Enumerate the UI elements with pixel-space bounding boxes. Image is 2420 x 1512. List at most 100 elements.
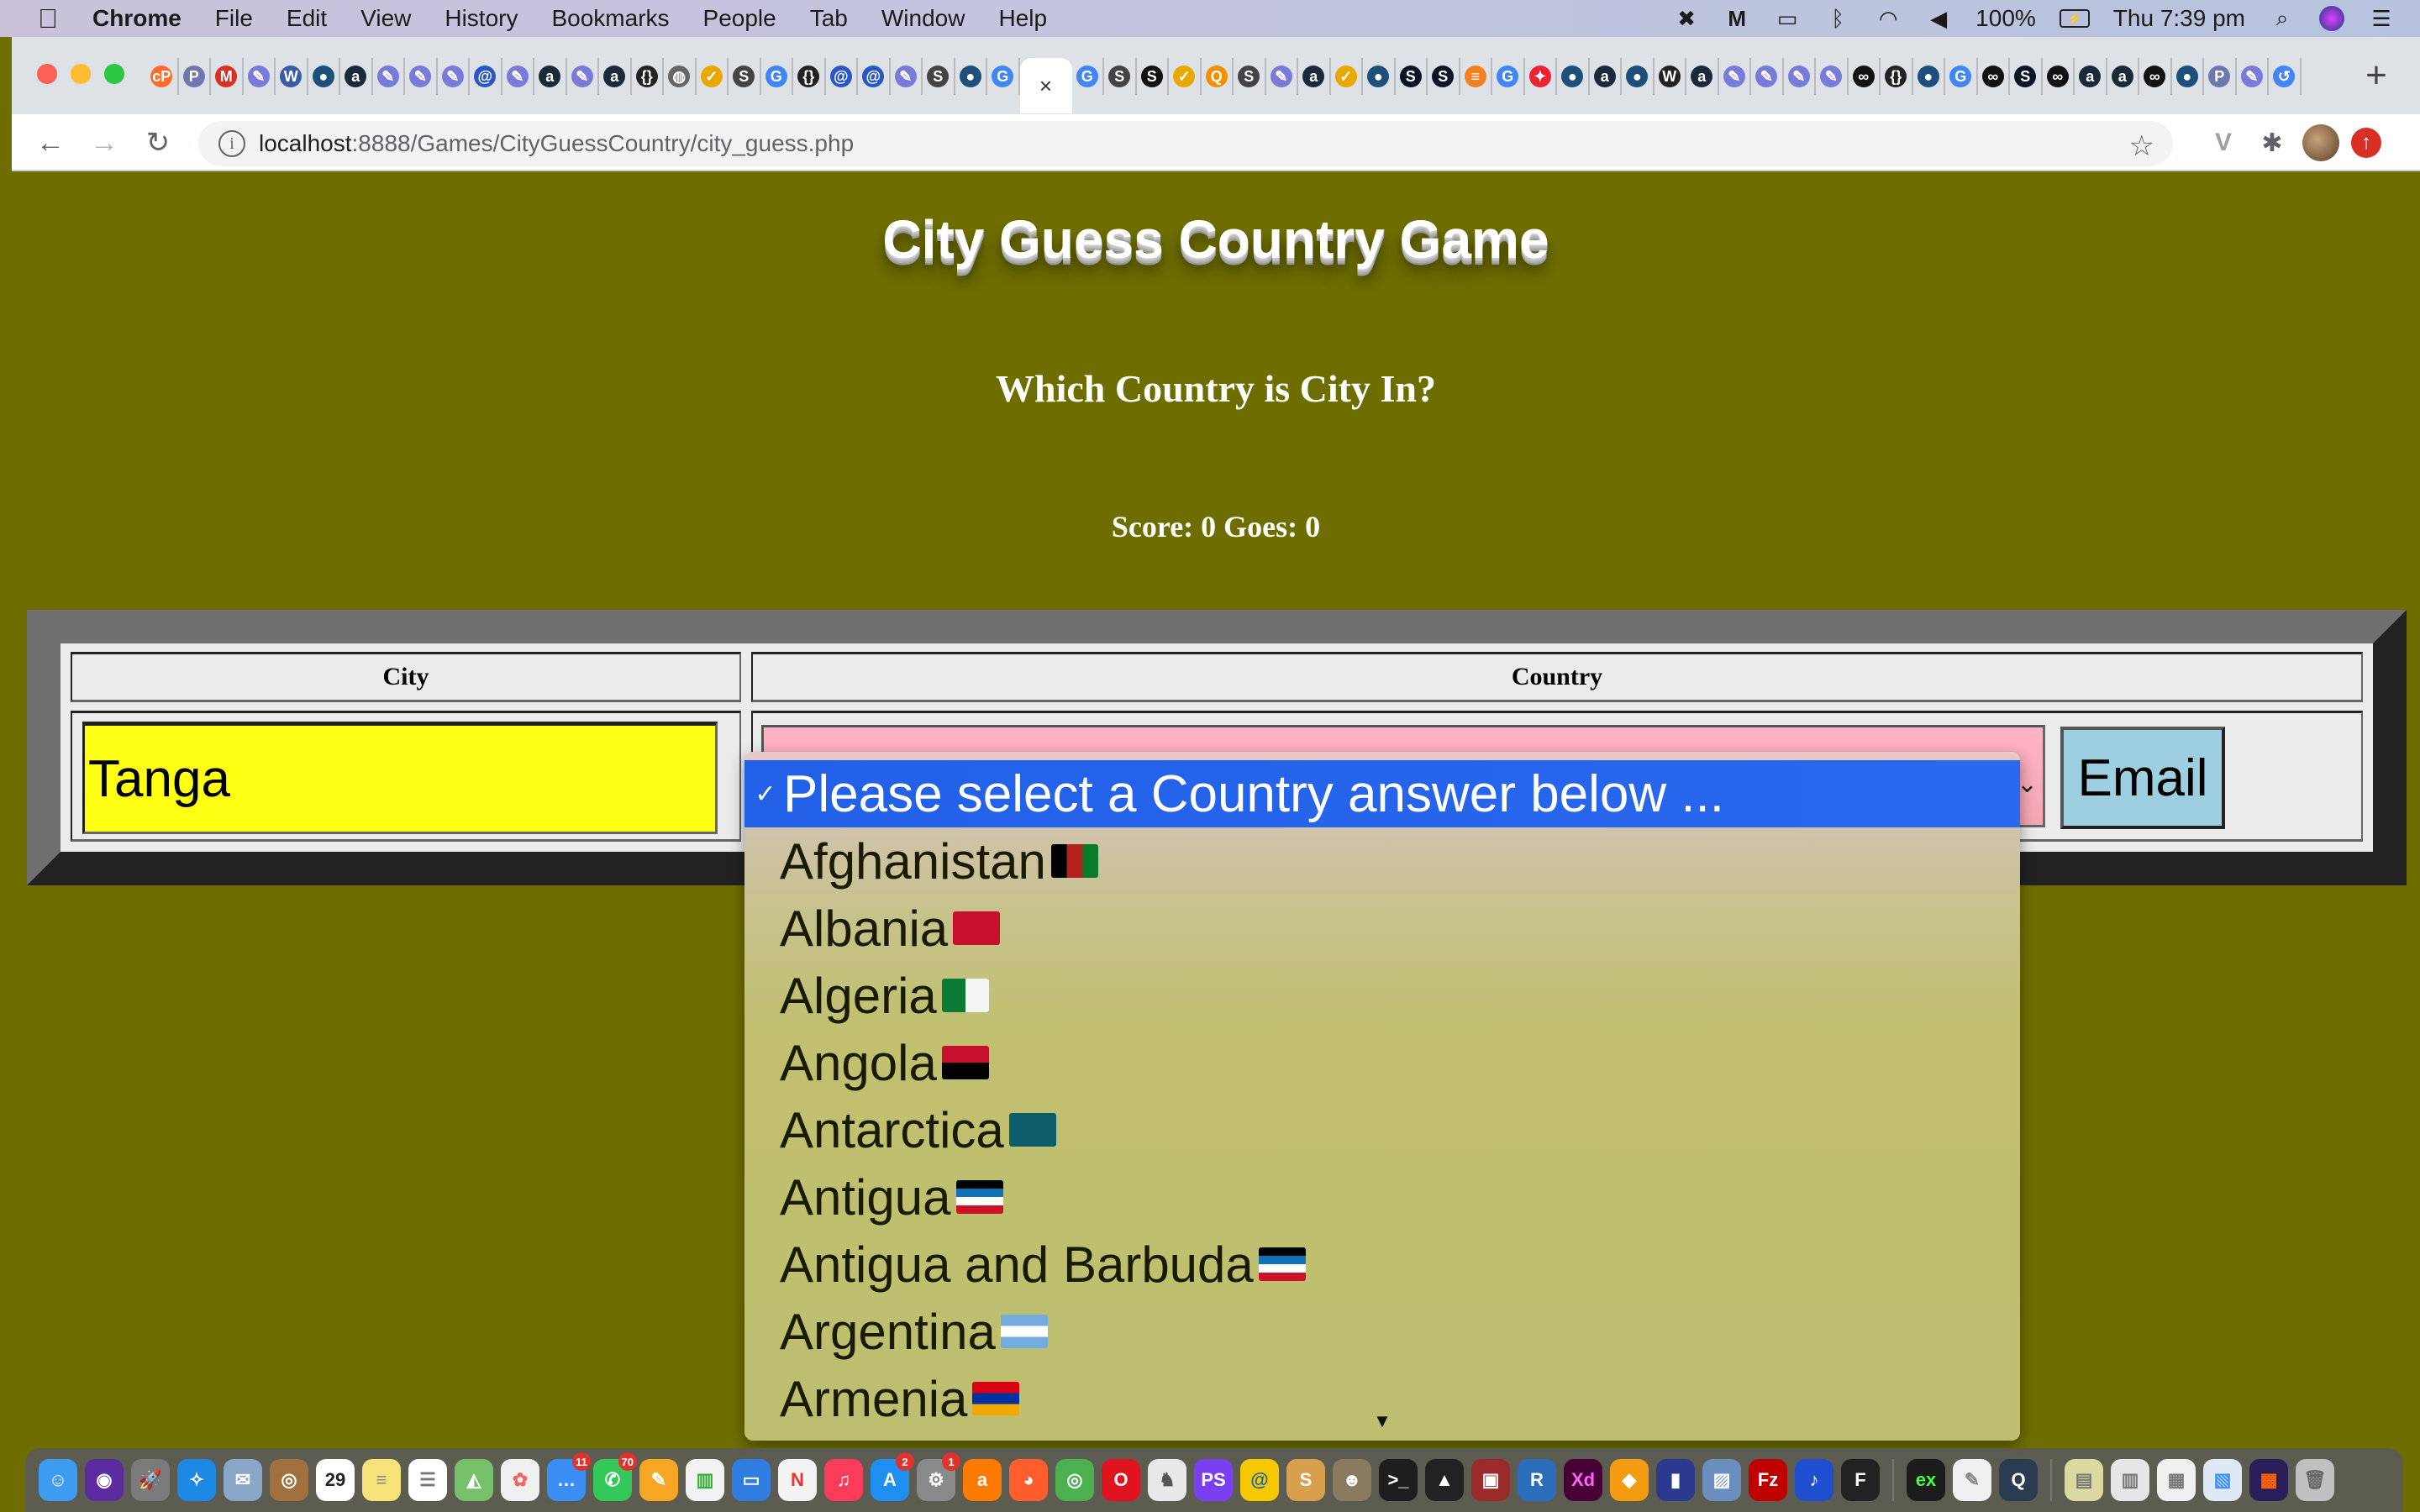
dock-console-icon[interactable]: ex	[1907, 1459, 1945, 1501]
menu-window[interactable]: Window	[881, 5, 965, 32]
tab[interactable]: ✎	[891, 58, 923, 95]
malwarebytes-status-icon[interactable]: M	[1723, 5, 1750, 32]
tab[interactable]: {}	[1881, 58, 1913, 95]
menu-bookmarks[interactable]: Bookmarks	[551, 5, 669, 32]
dock-filezilla-icon[interactable]: Fz	[1749, 1459, 1787, 1501]
dropdown-option[interactable]: Albania	[744, 895, 2020, 962]
reload-button[interactable]: ↻	[138, 123, 178, 163]
dock-preview-icon[interactable]: ▨	[1702, 1459, 1741, 1501]
dock-app-store-icon[interactable]: A2	[871, 1452, 914, 1501]
tab[interactable]: Q	[1202, 58, 1234, 95]
menu-app-chrome[interactable]: Chrome	[92, 5, 182, 32]
zoom-window-button[interactable]	[104, 64, 124, 84]
tab[interactable]: cP	[146, 58, 179, 95]
tab[interactable]: G	[987, 58, 1020, 95]
dock-siri-icon[interactable]: ◉	[85, 1459, 124, 1501]
tab[interactable]: ●	[308, 58, 340, 95]
dock-word-icon[interactable]: ▮	[1656, 1459, 1695, 1501]
dropdown-option-selected[interactable]: ✓ Please select a Country answer below .…	[744, 760, 2020, 827]
tab[interactable]: ∞	[2139, 58, 2172, 95]
dock-f-app-icon[interactable]: F	[1841, 1459, 1880, 1501]
clock[interactable]: Thu 7:39 pm	[2113, 5, 2245, 32]
dock-window-3-icon[interactable]: ▧	[2203, 1459, 2242, 1501]
dock-textedit-icon[interactable]: ✎	[1953, 1459, 1991, 1501]
dock-chrome-icon[interactable]: ◎	[1055, 1459, 1094, 1501]
tab[interactable]: a	[2107, 58, 2139, 95]
tab[interactable]: @	[470, 58, 502, 95]
email-button[interactable]: Email	[2060, 727, 2225, 829]
dock-opera-icon[interactable]: O	[1102, 1459, 1140, 1501]
tab[interactable]: ✓	[697, 58, 729, 95]
dropdown-option[interactable]: Antigua and Barbuda	[744, 1231, 2020, 1298]
tab[interactable]: ✎	[438, 58, 470, 95]
tab[interactable]: ●	[1622, 58, 1655, 95]
dock-facetime-icon[interactable]: ✆ 70	[593, 1452, 637, 1501]
dock-audacity-icon[interactable]: ♪	[1795, 1459, 1833, 1501]
dock-gimp-icon[interactable]: ☻	[1333, 1459, 1371, 1501]
volume-icon[interactable]: ◀	[1925, 5, 1952, 32]
tab[interactable]: {}	[632, 58, 664, 95]
tab[interactable]: G	[1072, 58, 1104, 95]
tab[interactable]: G	[1492, 58, 1525, 95]
tab[interactable]: a	[1298, 58, 1331, 95]
tab[interactable]: ●	[1363, 58, 1396, 95]
tab[interactable]: S	[1428, 58, 1460, 95]
dock-notes-icon[interactable]: ≡	[362, 1459, 401, 1501]
menu-tab[interactable]: Tab	[810, 5, 848, 32]
dock-system-preferences-icon[interactable]: ⚙ 1	[917, 1452, 960, 1501]
tab[interactable]: a	[599, 58, 632, 95]
chrome-update-icon[interactable]: ↑	[2351, 128, 2381, 158]
wifi-icon[interactable]: ◠	[1875, 5, 1902, 32]
tab[interactable]: S	[1104, 58, 1137, 95]
site-info-icon[interactable]: i	[218, 130, 245, 157]
new-tab-button[interactable]: +	[2358, 55, 2395, 96]
tab[interactable]: S	[1234, 58, 1266, 95]
close-tab-icon[interactable]: ×	[1035, 73, 1057, 98]
menu-people[interactable]: People	[703, 5, 776, 32]
tab[interactable]: ✎	[405, 58, 438, 95]
tab[interactable]: ✎	[244, 58, 276, 95]
tab[interactable]: ✓	[1331, 58, 1363, 95]
dropdown-option[interactable]: Algeria	[744, 962, 2020, 1029]
tab[interactable]: ✎	[1784, 58, 1816, 95]
profile-avatar[interactable]	[2302, 124, 2339, 161]
tab[interactable]: W	[1655, 58, 1686, 95]
extensions-puzzle-icon[interactable]: ✱	[2254, 124, 2291, 161]
dock-news-icon[interactable]: N	[778, 1459, 817, 1501]
minimize-window-button[interactable]	[71, 64, 91, 84]
vue-devtools-extension-icon[interactable]: V	[2205, 124, 2242, 161]
dock-quicktime-icon[interactable]: Q	[1999, 1459, 2038, 1501]
tab[interactable]: G	[1945, 58, 1978, 95]
tab-active[interactable]: ×	[1019, 58, 1072, 113]
siri-icon[interactable]	[2319, 6, 2344, 31]
tab[interactable]: P	[179, 58, 211, 95]
tab[interactable]: ✎	[502, 58, 534, 95]
dock-keynote-icon[interactable]: ▭	[732, 1459, 771, 1501]
tab[interactable]: ◍	[664, 58, 697, 95]
tab[interactable]: W	[276, 58, 308, 95]
back-button[interactable]: ←	[30, 123, 71, 163]
dock-launchpad-icon[interactable]: 🚀	[131, 1459, 170, 1501]
dock-sequel-pro-icon[interactable]: ♞	[1148, 1459, 1186, 1501]
tab[interactable]: a	[534, 58, 567, 95]
tab[interactable]: G	[761, 58, 793, 95]
dock-window-2-icon[interactable]: ▦	[2157, 1459, 2196, 1501]
tab[interactable]: ∞	[2043, 58, 2075, 95]
dock-window-4-icon[interactable]: ▩	[2249, 1459, 2288, 1501]
tab[interactable]: S	[2010, 58, 2043, 95]
scroll-down-arrow-icon[interactable]: ▼	[744, 1410, 2020, 1432]
close-window-button[interactable]	[37, 64, 57, 84]
dock-music-icon[interactable]: ♫	[824, 1459, 863, 1501]
dock-terminal-icon[interactable]: >_	[1379, 1459, 1418, 1501]
dock-contacts-icon[interactable]: ◎	[270, 1459, 308, 1501]
dock-firefox-icon[interactable]: ◕	[1009, 1459, 1048, 1501]
menu-history[interactable]: History	[445, 5, 518, 32]
tab[interactable]: {}	[793, 58, 826, 95]
dropdown-option[interactable]: Argentina	[744, 1298, 2020, 1365]
tab[interactable]: ≡	[1460, 58, 1492, 95]
menu-view[interactable]: View	[360, 5, 411, 32]
dock-cyberduck-icon[interactable]: @	[1240, 1459, 1279, 1501]
spotlight-search-icon[interactable]: ⌕	[2269, 5, 2296, 32]
tab[interactable]: ●	[2172, 58, 2204, 95]
dropdown-option[interactable]: Angola	[744, 1029, 2020, 1096]
